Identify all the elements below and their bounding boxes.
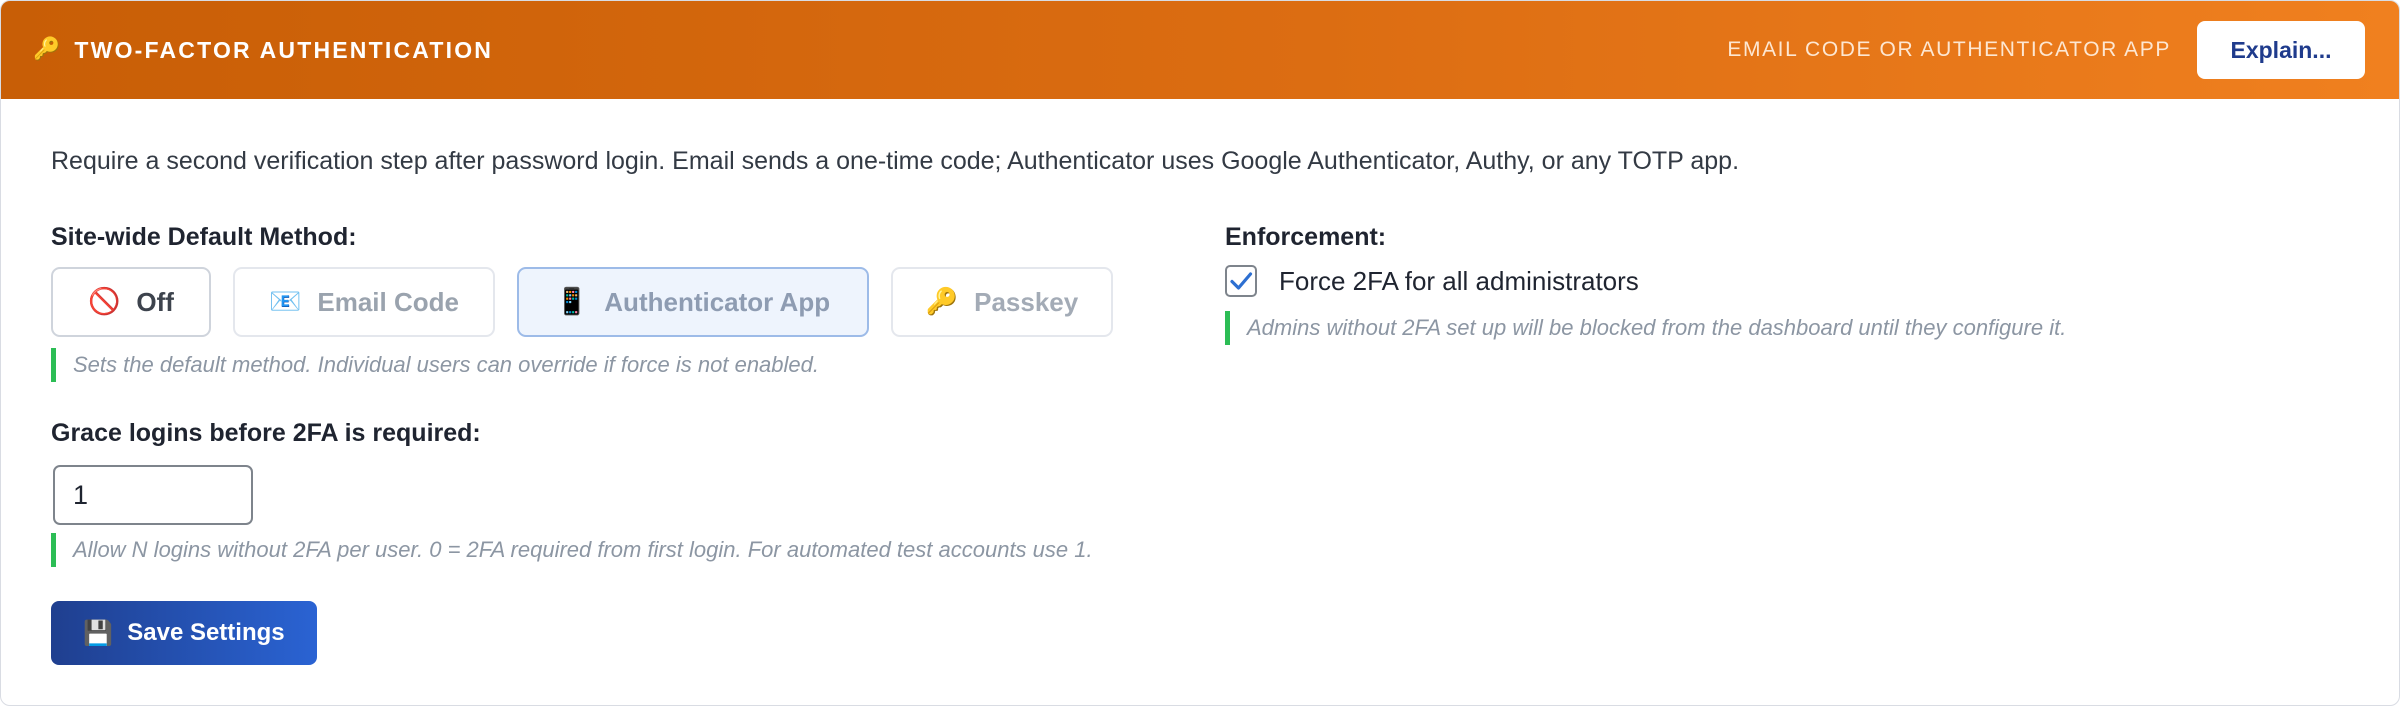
default-method-hint: Sets the default method. Individual user… [51,348,819,382]
method-option-label: Off [136,286,174,317]
method-option-label: Email Code [317,286,459,317]
method-selector: 🚫 Off 📧 Email Code 📱 Authenticator App 🔑… [51,267,1113,337]
method-option-authenticator-app[interactable]: 📱 Authenticator App [517,267,869,337]
grace-logins-label: Grace logins before 2FA is required: [51,419,481,447]
phone-icon: 📱 [555,287,589,317]
checkmark-icon [1230,272,1253,290]
key-icon: 🔑 [925,287,959,317]
card-header: 🔑 TWO-FACTOR AUTHENTICATION EMAIL CODE O… [1,1,2399,99]
method-option-off[interactable]: 🚫 Off [51,267,211,337]
method-option-passkey[interactable]: 🔑 Passkey [891,267,1113,337]
grace-logins-hint: Allow N logins without 2FA per user. 0 =… [51,533,1093,567]
header-actions: EMAIL CODE OR AUTHENTICATOR APP Explain.… [1727,21,2365,79]
header-title-group: 🔑 TWO-FACTOR AUTHENTICATION [33,37,493,64]
email-icon: 📧 [269,287,302,317]
method-option-email-code[interactable]: 📧 Email Code [233,267,495,337]
save-settings-label: Save Settings [127,619,285,646]
default-method-label: Site-wide Default Method: [51,223,357,251]
enforcement-hint: Admins without 2FA set up will be blocke… [1225,311,2066,345]
header-title: TWO-FACTOR AUTHENTICATION [74,36,494,63]
section-description: Require a second verification step after… [51,147,1740,175]
floppy-disk-icon: 💾 [83,619,114,647]
method-option-label: Passkey [974,286,1079,317]
enforcement-label: Enforcement: [1225,223,1387,251]
key-icon: 🔑 [33,37,61,62]
force-2fa-row: Force 2FA for all administrators [1225,265,1639,297]
two-factor-settings-card: 🔑 TWO-FACTOR AUTHENTICATION EMAIL CODE O… [0,0,2400,706]
force-2fa-label: Force 2FA for all administrators [1279,265,1639,296]
grace-logins-input[interactable] [53,465,253,525]
explain-button[interactable]: Explain... [2197,21,2365,79]
header-subtitle: EMAIL CODE OR AUTHENTICATOR APP [1727,38,2171,61]
method-option-label: Authenticator App [604,286,831,317]
save-settings-button[interactable]: 💾 Save Settings [51,601,317,665]
no-entry-icon: 🚫 [88,287,121,317]
force-2fa-checkbox[interactable] [1225,265,1257,297]
